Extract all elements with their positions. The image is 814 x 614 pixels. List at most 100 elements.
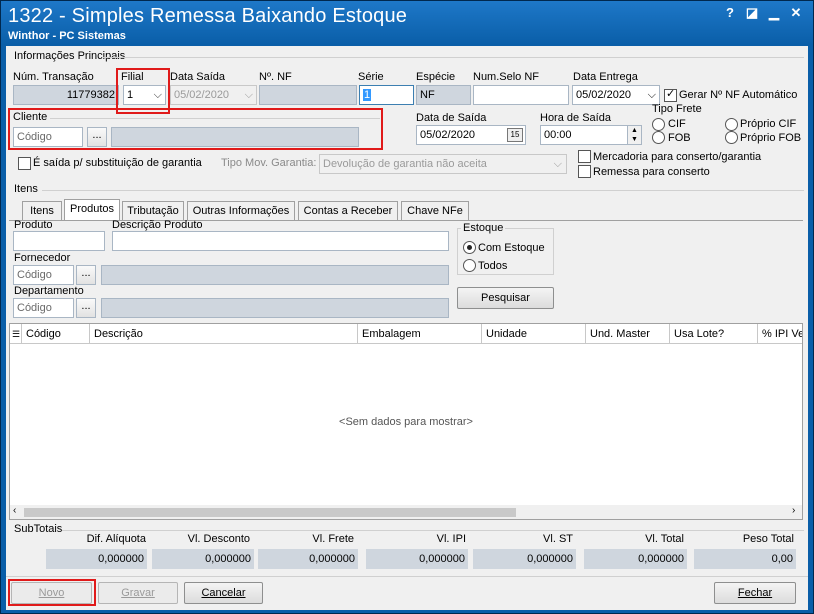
- chevron-left-icon[interactable]: ‹: [13, 505, 16, 516]
- tipo-frete-label: Tipo Frete: [652, 103, 702, 115]
- tab-tributacao[interactable]: Tributação: [122, 201, 184, 220]
- saida-garantia-checkbox[interactable]: [18, 157, 31, 170]
- remessa-conserto-checkbox[interactable]: [578, 165, 591, 178]
- cancelar-label: Cancelar: [201, 587, 246, 599]
- fornecedor-code-input[interactable]: Código: [13, 265, 74, 285]
- especie-field: NF: [416, 85, 471, 105]
- hora-saida-field[interactable]: 00:00 ▲ ▼: [540, 125, 642, 145]
- hora-saida-label: Hora de Saída: [540, 112, 611, 124]
- section-divider: [102, 57, 804, 58]
- vl-frete-value: 0,000000: [258, 549, 358, 569]
- data-saida-field: 05/02/2020 ⌵: [170, 85, 257, 105]
- pesquisar-button[interactable]: Pesquisar: [457, 287, 554, 309]
- num-transacao-label: Núm. Transação: [13, 71, 94, 83]
- col-codigo[interactable]: Código: [22, 324, 90, 344]
- data-entrega-field[interactable]: 05/02/2020 ⌵: [572, 85, 660, 105]
- restore-icon[interactable]: ◪: [744, 5, 760, 21]
- com-estoque-radio[interactable]: [463, 241, 476, 254]
- cliente-search-button[interactable]: ...: [87, 127, 107, 147]
- horizontal-scrollbar[interactable]: ‹ ›: [10, 505, 802, 519]
- filial-label: Filial: [121, 71, 144, 83]
- frete-proprio-cif-label: Próprio CIF: [740, 118, 797, 130]
- frete-proprio-fob-radio[interactable]: [725, 131, 738, 144]
- chevron-down-icon: ⌵: [553, 158, 562, 170]
- fechar-button[interactable]: Fechar: [714, 582, 796, 604]
- grid-menu-icon[interactable]: ☰: [10, 324, 22, 344]
- data-saida2-field[interactable]: 05/02/2020 15: [416, 125, 526, 145]
- calendar-icon[interactable]: 15: [507, 128, 523, 142]
- gerar-nf-label: Gerar Nº NF Automático: [679, 89, 798, 101]
- departamento-search-button[interactable]: ...: [76, 298, 96, 318]
- tab-outras-informacoes[interactable]: Outras Informações: [187, 201, 295, 220]
- cancelar-button[interactable]: Cancelar: [184, 582, 263, 604]
- mercadoria-conserto-checkbox[interactable]: [578, 150, 591, 163]
- nf-label: Nº. NF: [259, 71, 292, 83]
- frete-fob-label: FOB: [668, 132, 691, 144]
- cliente-code-input[interactable]: Código: [13, 127, 83, 147]
- data-entrega-label: Data Entrega: [573, 71, 638, 83]
- todos-label: Todos: [478, 260, 508, 272]
- vl-st-value: 0,000000: [473, 549, 576, 569]
- estoque-label: Estoque: [461, 222, 506, 234]
- section-divider: [62, 530, 804, 531]
- data-entrega-value: 05/02/2020: [576, 89, 632, 101]
- frete-fob-radio[interactable]: [652, 131, 665, 144]
- col-usa-lote[interactable]: Usa Lote?: [670, 324, 758, 344]
- cliente-label: Cliente: [13, 111, 48, 123]
- section-divider: [42, 190, 804, 191]
- spinner-icon[interactable]: ▲ ▼: [627, 126, 641, 144]
- num-selo-label: Num.Selo NF: [473, 71, 540, 83]
- serie-field[interactable]: 1: [359, 85, 414, 105]
- col-und-master[interactable]: Und. Master: [586, 324, 670, 344]
- chevron-right-icon[interactable]: ›: [792, 505, 795, 516]
- fornecedor-search-button[interactable]: ...: [76, 265, 96, 285]
- novo-button[interactable]: Novo: [11, 582, 92, 604]
- checkmark-icon: ✓: [666, 88, 676, 100]
- serie-value: 1: [363, 89, 372, 101]
- application-window: 1322 - Simples Remessa Baixando Estoque …: [0, 0, 814, 614]
- filial-value: 1: [127, 89, 134, 101]
- num-selo-field[interactable]: [473, 85, 569, 105]
- col-unidade[interactable]: Unidade: [482, 324, 586, 344]
- col-descricao[interactable]: Descrição: [90, 324, 358, 344]
- window-title: 1322 - Simples Remessa Baixando Estoque: [8, 5, 408, 27]
- minimize-icon[interactable]: ▁: [766, 5, 782, 21]
- fornecedor-label: Fornecedor: [14, 252, 71, 264]
- gravar-button[interactable]: Gravar: [98, 582, 178, 604]
- produto-input[interactable]: [13, 231, 105, 251]
- mercadoria-conserto-label: Mercadoria para conserto/garantia: [593, 151, 762, 163]
- hora-saida-value: 00:00: [544, 129, 572, 141]
- tipo-mov-value: Devolução de garantia não aceita: [323, 158, 487, 170]
- data-saida2-label: Data de Saída: [416, 112, 487, 124]
- fornecedor-description-field: [101, 265, 449, 285]
- scrollbar-thumb[interactable]: [24, 508, 516, 517]
- col-ipi[interactable]: % IPI Ve: [758, 324, 802, 344]
- frete-cif-radio[interactable]: [652, 118, 665, 131]
- tab-itens[interactable]: Itens: [22, 201, 62, 220]
- cliente-description-field: [111, 127, 359, 147]
- departamento-code-input[interactable]: Código: [13, 298, 74, 318]
- col-embalagem[interactable]: Embalagem: [358, 324, 482, 344]
- descricao-produto-input[interactable]: [112, 231, 449, 251]
- tab-chave-nfe[interactable]: Chave NFe: [401, 201, 469, 220]
- items-grid[interactable]: ☰ Código Descrição Embalagem Unidade Und…: [9, 323, 803, 520]
- form-body: Informações Principais Núm. Transação 11…: [6, 46, 808, 610]
- gerar-nf-checkbox[interactable]: ✓: [664, 88, 677, 102]
- vl-total-value: 0,000000: [584, 549, 687, 569]
- help-icon[interactable]: ?: [722, 5, 738, 21]
- empty-message: <Sem dados para mostrar>: [339, 416, 473, 428]
- departamento-description-field: [101, 298, 449, 318]
- close-icon[interactable]: ✕: [788, 5, 804, 21]
- produto-label: Produto: [14, 219, 53, 231]
- tab-produtos[interactable]: Produtos: [64, 199, 120, 220]
- title-bar[interactable]: 1322 - Simples Remessa Baixando Estoque …: [1, 1, 813, 45]
- filial-select[interactable]: 1 ⌵: [123, 85, 166, 105]
- novo-label: Novo: [38, 587, 65, 599]
- section-itens: Itens: [14, 183, 38, 195]
- frete-proprio-cif-radio[interactable]: [725, 118, 738, 131]
- chevron-down-icon: ⌵: [647, 89, 656, 101]
- chevron-down-icon: ⌵: [244, 89, 253, 101]
- tab-contas-receber[interactable]: Contas a Receber: [298, 201, 398, 220]
- todos-radio[interactable]: [463, 259, 476, 272]
- fechar-label: Fechar: [737, 587, 773, 599]
